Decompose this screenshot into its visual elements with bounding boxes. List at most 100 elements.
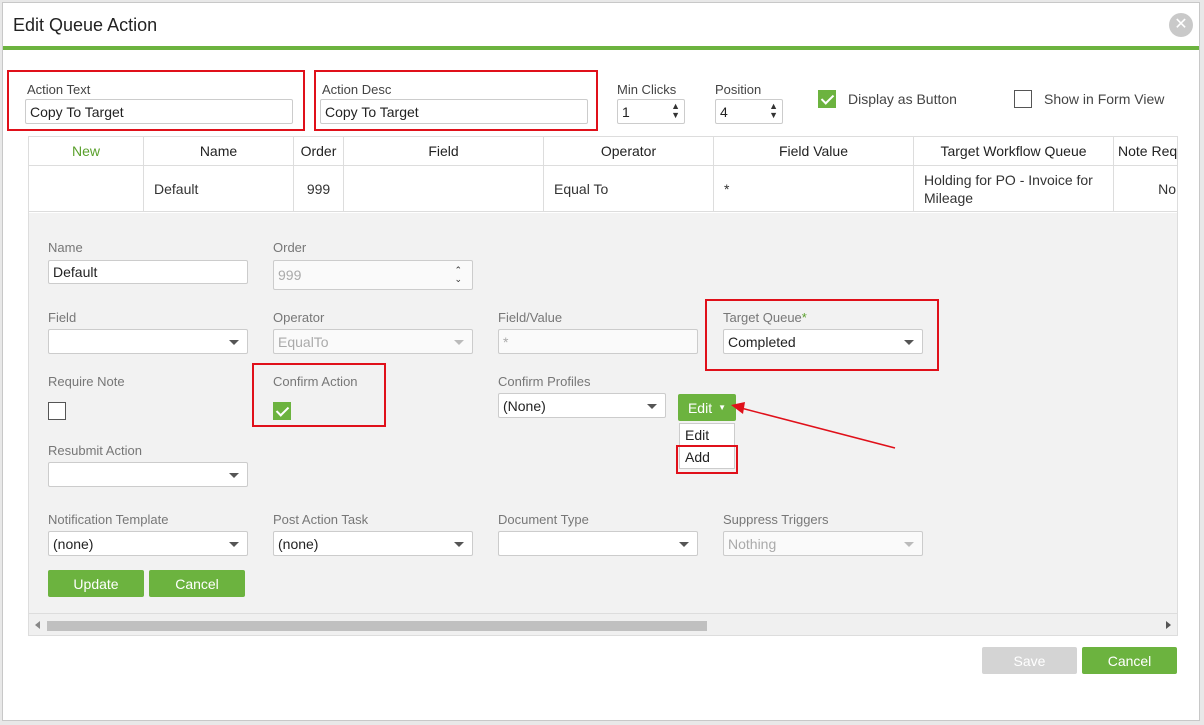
chevron-down-icon: [454, 339, 464, 345]
field-select[interactable]: [48, 329, 248, 354]
suppress-triggers-label: Suppress Triggers: [723, 512, 829, 527]
field-value-input[interactable]: *: [498, 329, 698, 354]
resubmit-action-select[interactable]: [48, 462, 248, 487]
row-new-cell: [29, 166, 144, 212]
row-target-queue-cell: Holding for PO - Invoice for Mileage: [914, 166, 1114, 212]
update-button[interactable]: Update: [48, 570, 144, 597]
action-text-value: Copy To Target: [30, 103, 124, 120]
position-stepper[interactable]: 4 ▲ ▼: [715, 99, 783, 124]
required-marker: *: [801, 310, 807, 325]
chevron-down-icon: [454, 541, 464, 547]
operator-label: Operator: [273, 310, 325, 325]
stepper-arrows-icon[interactable]: ⌃ ⌄: [454, 266, 462, 284]
post-action-task-select[interactable]: (none): [273, 531, 473, 556]
chevron-down-icon: [229, 541, 239, 547]
target-queue-select[interactable]: Completed: [723, 329, 923, 354]
chevron-down-icon: [229, 339, 239, 345]
suppress-triggers-select[interactable]: Nothing: [723, 531, 923, 556]
horizontal-scrollbar[interactable]: [29, 613, 1177, 635]
action-text-input[interactable]: Copy To Target: [25, 99, 293, 124]
confirm-profiles-select[interactable]: (None): [498, 393, 666, 418]
target-queue-label: Target Queue*: [723, 310, 807, 325]
field-value-value: *: [503, 333, 509, 350]
position-label: Position: [715, 82, 762, 97]
action-desc-input[interactable]: Copy To Target: [320, 99, 588, 124]
field-value-label: Field/Value: [498, 310, 563, 325]
target-queue-label-text: Target Queue: [723, 310, 802, 325]
confirm-action-checkbox[interactable]: [273, 402, 291, 420]
order-stepper[interactable]: 999 ⌃ ⌄: [273, 260, 473, 290]
name-label: Name: [48, 240, 83, 255]
action-desc-label: Action Desc: [322, 82, 392, 97]
confirm-profiles-value: (None): [503, 397, 546, 414]
confirm-profiles-label: Confirm Profiles: [498, 374, 591, 389]
column-header-operator[interactable]: Operator: [544, 137, 714, 166]
annotation-arrow: [731, 402, 896, 449]
operator-value: EqualTo: [278, 333, 329, 350]
min-clicks-value: 1: [622, 103, 630, 120]
stepper-arrows-icon[interactable]: ▲ ▼: [769, 102, 778, 120]
min-clicks-stepper[interactable]: 1 ▲ ▼: [617, 99, 685, 124]
confirm-action-label: Confirm Action: [273, 374, 358, 389]
name-input[interactable]: Default: [48, 260, 248, 284]
operator-select[interactable]: EqualTo: [273, 329, 473, 354]
require-note-checkbox[interactable]: [48, 402, 66, 420]
notification-template-label: Notification Template: [48, 512, 169, 527]
target-queue-value: Completed: [728, 333, 796, 350]
require-note-label: Require Note: [48, 374, 125, 389]
row-note-req-cell: No: [1158, 181, 1176, 197]
order-value: 999: [278, 267, 302, 283]
column-header-note-req[interactable]: Note Req: [1114, 137, 1177, 166]
row-operator-cell: Equal To: [544, 166, 714, 212]
title-divider: [3, 46, 1199, 50]
dialog-titlebar: Edit Queue Action ✕: [3, 3, 1199, 49]
chevron-down-icon: [904, 541, 914, 547]
chevron-down-icon: [647, 403, 657, 409]
row-name-cell: Default: [144, 166, 294, 212]
row-order-cell: 999: [294, 166, 344, 212]
target-queue-line2: Mileage: [924, 190, 974, 206]
column-header-field-value[interactable]: Field Value: [714, 137, 914, 166]
display-as-button-label: Display as Button: [848, 91, 957, 107]
action-desc-value: Copy To Target: [325, 103, 419, 120]
show-in-form-view-label: Show in Form View: [1044, 91, 1165, 107]
display-as-button-checkbox[interactable]: [818, 90, 836, 108]
notification-template-value: (none): [53, 535, 94, 552]
cancel-button[interactable]: Cancel: [1082, 647, 1177, 674]
target-queue-line1: Holding for PO - Invoice for: [924, 172, 1093, 188]
edit-queue-action-dialog: Edit Queue Action ✕ Action Text Copy To …: [2, 2, 1200, 721]
document-type-select[interactable]: [498, 531, 698, 556]
new-column-link[interactable]: New: [29, 137, 144, 166]
post-action-task-label: Post Action Task: [273, 512, 369, 527]
queue-action-grid: New Name Order Field Operator Field Valu…: [28, 136, 1178, 636]
scroll-left-icon[interactable]: [35, 621, 40, 629]
row-editor-panel: Name Default Order 999 ⌃ ⌄ Field Operator…: [29, 213, 1177, 613]
scroll-right-icon[interactable]: [1166, 621, 1171, 629]
column-header-field[interactable]: Field: [344, 137, 544, 166]
chevron-down-icon: [229, 472, 239, 478]
row-field-cell: [344, 166, 544, 212]
order-label: Order: [273, 240, 307, 255]
scrollbar-thumb[interactable]: [47, 621, 707, 631]
dialog-title: Edit Queue Action: [13, 15, 158, 35]
action-text-label: Action Text: [27, 82, 91, 97]
position-value: 4: [720, 103, 728, 120]
post-action-task-value: (none): [278, 535, 319, 552]
table-row[interactable]: Default 999 Equal To * Holding for PO - …: [29, 166, 1177, 212]
field-label: Field: [48, 310, 77, 325]
column-header-order[interactable]: Order: [294, 137, 344, 166]
show-in-form-view-checkbox[interactable]: [1014, 90, 1032, 108]
resubmit-action-label: Resubmit Action: [48, 443, 142, 458]
close-icon[interactable]: ✕: [1169, 13, 1193, 37]
editor-cancel-button[interactable]: Cancel: [149, 570, 245, 597]
column-header-target-queue[interactable]: Target Workflow Queue: [914, 137, 1114, 166]
column-header-name[interactable]: Name: [144, 137, 294, 166]
min-clicks-label: Min Clicks: [617, 82, 677, 97]
save-button[interactable]: Save: [982, 647, 1077, 674]
grid-header: New Name Order Field Operator Field Valu…: [29, 137, 1177, 166]
row-field-value-cell: *: [714, 166, 914, 212]
notification-template-select[interactable]: (none): [48, 531, 248, 556]
suppress-triggers-value: Nothing: [728, 535, 777, 552]
stepper-arrows-icon[interactable]: ▲ ▼: [671, 102, 680, 120]
name-value: Default: [53, 264, 98, 280]
